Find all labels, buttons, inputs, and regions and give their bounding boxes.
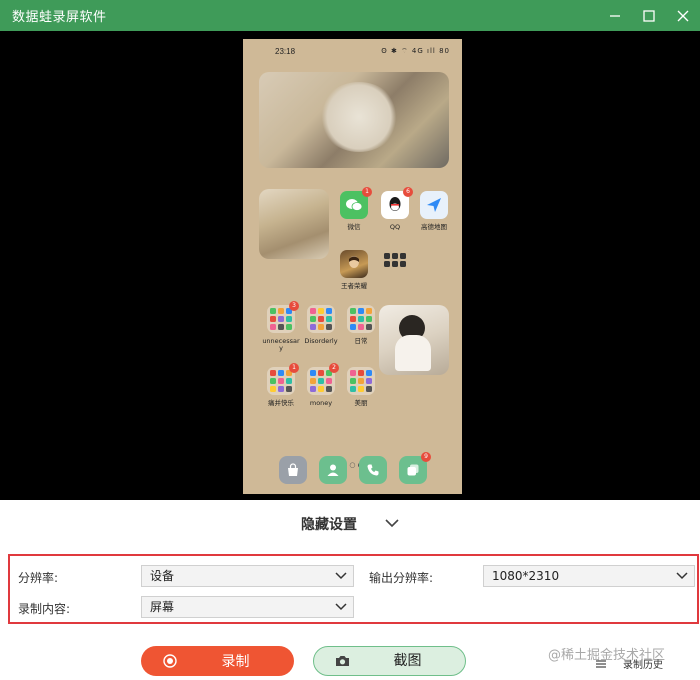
phone-dock: 9 [279, 452, 431, 486]
content-select[interactable]: 屏幕 [141, 596, 354, 618]
folder-daily[interactable]: 日常 [339, 305, 383, 345]
contacts-icon[interactable] [319, 456, 347, 484]
content-value: 屏幕 [150, 600, 175, 614]
close-icon [677, 10, 689, 21]
phone-screen: 23:18 ʘ ✱ ⌔ 4G ıll 80 1 微信 6 QQ 高德地图 王者荣… [243, 39, 462, 494]
multitask-icon[interactable]: 9 [399, 452, 431, 484]
folder-icon [347, 367, 375, 395]
amap-icon [420, 191, 448, 219]
close-button[interactable] [666, 0, 700, 31]
screen-preview: 23:18 ʘ ✱ ⌔ 4G ıll 80 1 微信 6 QQ 高德地图 王者荣… [0, 31, 700, 500]
status-icons: ʘ ✱ ⌔ 4G ıll 80 [381, 47, 450, 55]
app-label: 王者荣耀 [341, 282, 367, 290]
app-label: unnecessar y [262, 337, 300, 353]
folder-small[interactable] [373, 250, 417, 278]
title-bar: 数据蛙录屏软件 [0, 0, 700, 31]
status-time: 23:18 [275, 47, 296, 56]
folder-icon [307, 305, 335, 333]
app-qq[interactable]: 6 QQ [373, 187, 417, 231]
folder-money[interactable]: 2 money [299, 363, 343, 407]
maximize-button[interactable] [632, 0, 666, 31]
list-icon [596, 659, 606, 668]
output-resolution-select[interactable]: 1080*2310 [483, 565, 695, 587]
screenshot-button[interactable]: 截图 [313, 646, 466, 676]
recording-history-link[interactable]: 录制历史 [595, 656, 663, 671]
photo-widget-large [259, 72, 449, 168]
wechat-badge: 1 [362, 187, 372, 197]
output-resolution-value: 1080*2310 [492, 569, 560, 583]
folder-badge: 3 [289, 301, 299, 311]
content-label: 录制内容: [18, 602, 71, 616]
folder-icon [381, 250, 409, 278]
hide-settings-toggle[interactable]: 隐藏设置 [0, 500, 700, 547]
app-label: money [309, 399, 333, 407]
folder-badge: 1 [289, 363, 299, 373]
output-resolution-label: 输出分辨率: [369, 571, 434, 585]
folder-disorderly[interactable]: Disorderly [299, 305, 343, 345]
app-label: 日常 [354, 337, 368, 345]
folder-badge: 2 [329, 363, 339, 373]
honor-of-kings-icon [340, 250, 368, 278]
recording-settings-panel: 分辨率: 设备 输出分辨率: 1080*2310 录制内容: 屏幕 [8, 554, 699, 624]
app-store-icon[interactable] [279, 456, 307, 484]
folder-icon [347, 305, 375, 333]
folder-icon: 3 [267, 301, 299, 333]
minimize-icon [610, 14, 620, 17]
screenshot-label: 截图 [393, 653, 422, 669]
folder-happy[interactable]: 1 痛并快乐 [259, 363, 303, 407]
app-label: 美丽 [354, 399, 368, 407]
qq-icon: 6 [381, 187, 413, 219]
chevron-down-icon [335, 572, 347, 580]
record-label: 录制 [221, 654, 250, 670]
chevron-down-icon [385, 519, 399, 528]
action-bar: @稀土掘金技术社区 录制 截图 录制历史 [0, 636, 700, 680]
resolution-label: 分辨率: [18, 571, 59, 585]
app-wechat[interactable]: 1 微信 [332, 187, 376, 231]
folder-icon: 2 [307, 363, 339, 395]
photo-widget-portrait [379, 305, 449, 375]
dock-badge: 9 [421, 452, 431, 462]
app-label: QQ [389, 223, 401, 231]
record-button[interactable]: 录制 [141, 646, 294, 676]
wechat-icon: 1 [340, 187, 372, 219]
resolution-select[interactable]: 设备 [141, 565, 354, 587]
app-label: Disorderly [304, 337, 338, 345]
history-label: 录制历史 [623, 660, 663, 671]
phone-status-bar: 23:18 ʘ ✱ ⌔ 4G ıll 80 [243, 39, 462, 61]
app-label: 痛并快乐 [268, 399, 294, 407]
app-honor-of-kings[interactable]: 王者荣耀 [332, 250, 376, 290]
chevron-down-icon [335, 603, 347, 611]
app-amap[interactable]: 高德地图 [412, 191, 456, 231]
folder-icon: 1 [267, 363, 299, 395]
folder-beauty[interactable]: 美丽 [339, 367, 383, 407]
app-label: 高德地图 [421, 223, 447, 231]
hide-settings-label: 隐藏设置 [301, 516, 357, 533]
window-title: 数据蛙录屏软件 [12, 10, 107, 25]
photo-widget-small [259, 189, 329, 259]
folder-unnecessary[interactable]: 3 unnecessar y [259, 301, 303, 353]
minimize-button[interactable] [598, 0, 632, 31]
maximize-icon [643, 9, 655, 22]
phone-icon[interactable] [359, 456, 387, 484]
app-label: 微信 [347, 223, 361, 231]
resolution-value: 设备 [150, 569, 175, 583]
chevron-down-icon [676, 572, 688, 580]
